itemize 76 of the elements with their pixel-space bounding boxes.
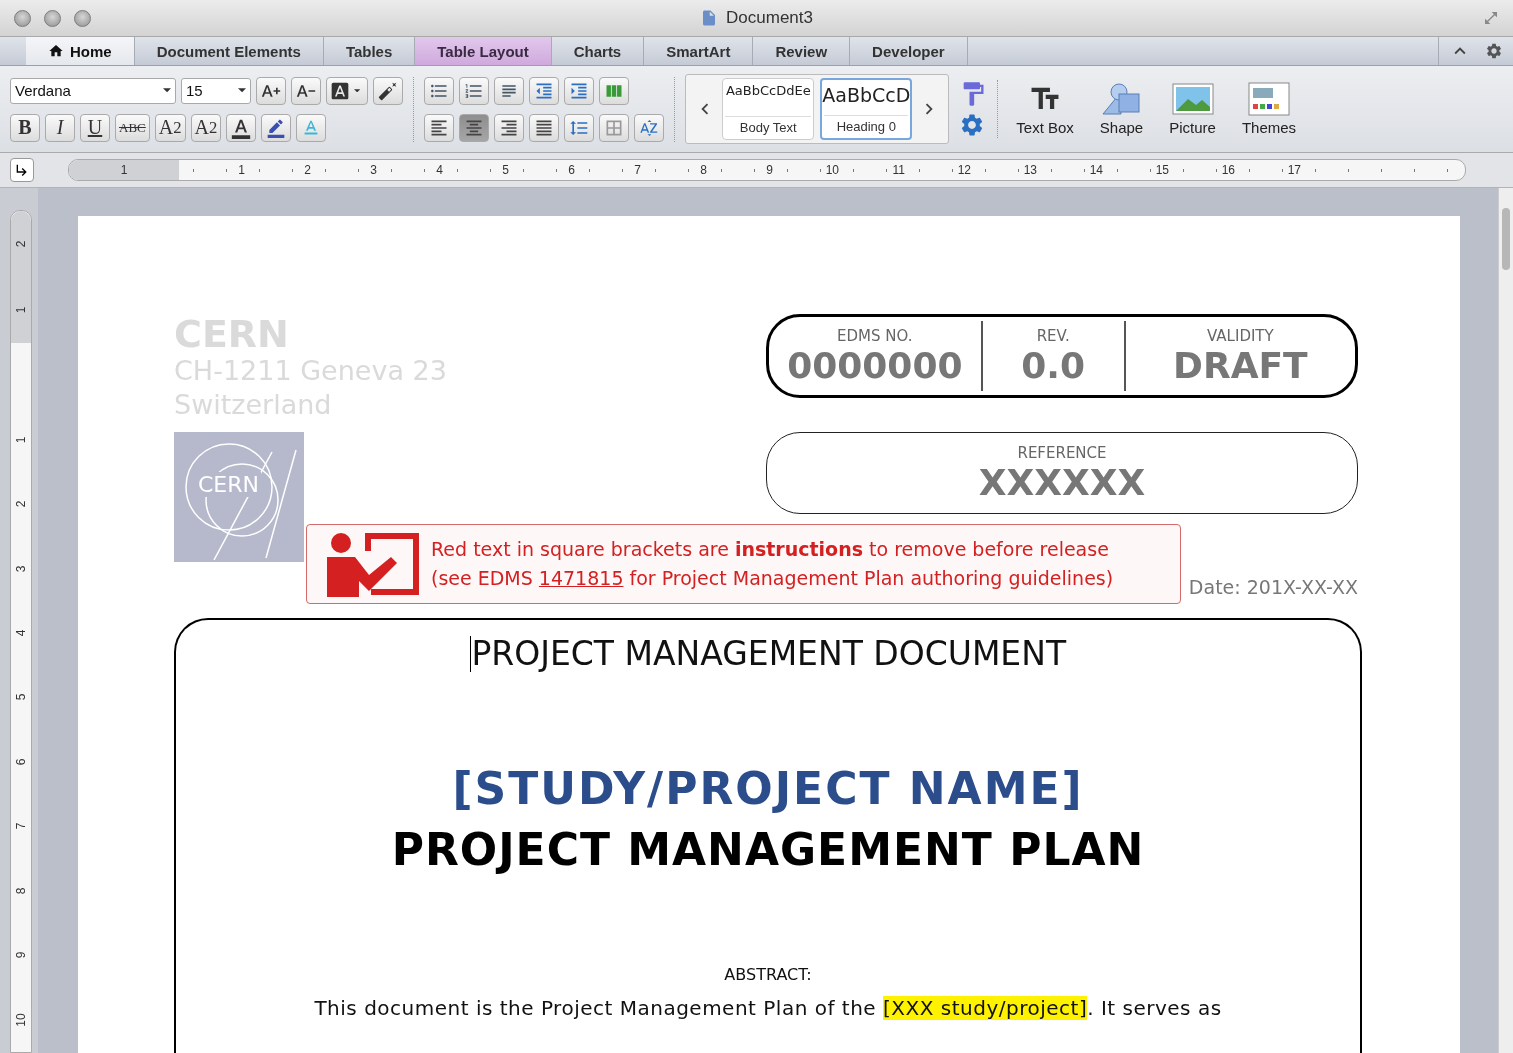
plan-title: PROJECT MANAGEMENT PLAN [391, 824, 1145, 875]
document-type: PROJECT MANAGEMENT DOCUMENT [471, 634, 1067, 673]
format-button[interactable]: B [10, 113, 40, 142]
presenter-icon [325, 531, 421, 597]
columns-button[interactable] [599, 76, 630, 105]
ribbon-tab[interactable]: Document Elements [134, 37, 324, 65]
text-cursor [469, 635, 472, 672]
ribbon-tab[interactable]: Developer [850, 37, 968, 65]
grow-font-button[interactable] [256, 76, 286, 105]
ribbon-tab[interactable]: Table Layout [415, 37, 552, 65]
insert-button[interactable]: Themes [1233, 82, 1305, 136]
document-date: Date: 201X-XX-XX [1188, 576, 1358, 600]
justify-button[interactable] [529, 113, 560, 142]
home-icon [48, 43, 64, 59]
bullets-button[interactable] [424, 76, 455, 105]
highlight-button[interactable] [261, 113, 292, 142]
minimize-button[interactable] [44, 9, 61, 27]
picture-icon[interactable] [1171, 82, 1214, 116]
fullscreen-icon[interactable] [1483, 10, 1499, 26]
themes-icon[interactable] [1248, 82, 1290, 116]
clear-formatting-button[interactable] [373, 76, 404, 105]
font-color-button[interactable] [226, 113, 257, 142]
align-right-button[interactable] [494, 113, 525, 142]
multilevel-list-button[interactable] [494, 76, 525, 105]
field-label: REV. [1036, 326, 1070, 345]
close-button[interactable] [14, 9, 31, 27]
increase-indent-button[interactable] [564, 76, 595, 105]
numbering-button[interactable] [459, 76, 490, 105]
decrease-indent-button[interactable] [529, 76, 560, 105]
style-item[interactable]: AaBbCcD Heading 0 [820, 78, 913, 140]
insert-button[interactable]: Text Box [1008, 82, 1082, 136]
field-value: DRAFT [1173, 344, 1308, 386]
field-label: REFERENCE [1017, 443, 1107, 462]
ribbon-tab[interactable]: Home [26, 37, 135, 65]
field-value: XXXXXX [978, 461, 1146, 503]
align-center-button[interactable] [459, 113, 490, 142]
field-label: VALIDITY [1207, 326, 1274, 345]
shapes-icon[interactable] [1100, 82, 1143, 116]
font-name-field[interactable]: Verdana [10, 77, 176, 104]
align-left-button[interactable] [424, 113, 455, 142]
scroll-thumb[interactable] [1502, 208, 1510, 270]
insert-button[interactable]: Picture [1161, 82, 1224, 136]
change-case-button[interactable] [326, 76, 369, 105]
insert-button[interactable]: Shape [1091, 82, 1152, 136]
format-button[interactable]: ABC [115, 113, 150, 142]
highlighter-icon [266, 117, 287, 138]
edms-link[interactable]: 1471815 [538, 567, 624, 589]
field-value: 0000000 [787, 344, 963, 386]
horizontal-ruler: 1 1 2 3 4 5 6 7 8 9 10 11 12 13 14 15 16 17 [68, 159, 1466, 181]
field-label: EDMS NO. [837, 326, 913, 345]
caret-icon [162, 88, 171, 93]
tab-stop-selector[interactable] [10, 158, 34, 182]
zoom-button[interactable] [74, 9, 91, 27]
vertical-ruler: 2 1 1 2 3 4 5 6 7 8 9 10 [10, 210, 32, 1053]
abstract-text: This document is the Project Management Plan of the [XXX study/project]. It serves as [314, 996, 1222, 1020]
font-icon [330, 80, 350, 101]
font-size-field[interactable]: 15 [181, 77, 251, 104]
window-title: Document3 [726, 8, 813, 28]
format-button[interactable]: I [45, 113, 75, 142]
abstract-label: ABSTRACT: [724, 965, 812, 984]
ribbon-tab[interactable]: Charts [551, 37, 645, 65]
ribbon-tab[interactable]: SmartArt [644, 37, 754, 65]
ribbon-tab[interactable]: Review [753, 37, 851, 65]
instruction-text: Red text in square brackets are instructions to remove before release (see EDMS 1471815 for Project Management Plan authoring guidelines) [431, 537, 1114, 591]
settings-icon[interactable] [1485, 42, 1503, 60]
shrink-font-button[interactable] [291, 76, 321, 105]
format-button[interactable]: U [80, 113, 110, 142]
borders-button[interactable] [599, 113, 630, 142]
sort-button[interactable] [634, 113, 665, 142]
caret-icon [237, 88, 246, 93]
sort-icon [639, 117, 660, 138]
field-value: 0.0 [1021, 344, 1086, 386]
caret-icon [354, 88, 361, 93]
style-item[interactable]: AaBbCcDdEe Body Text [722, 78, 815, 140]
logo-text: CERN [196, 472, 261, 497]
project-name: [STUDY/PROJECT NAME] [452, 763, 1084, 814]
